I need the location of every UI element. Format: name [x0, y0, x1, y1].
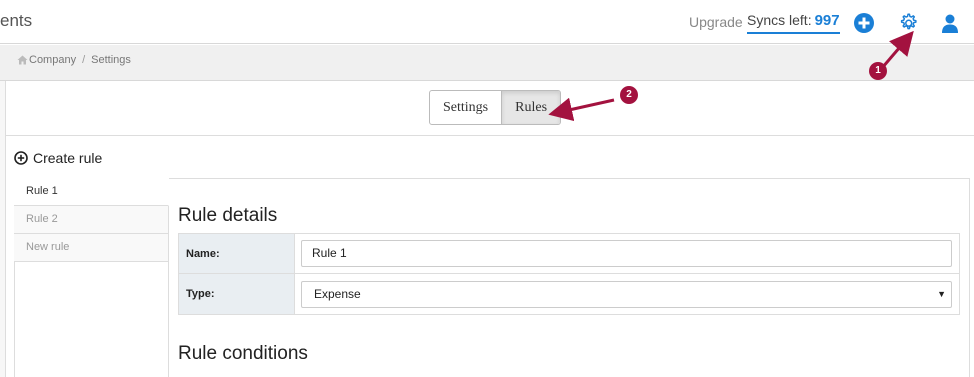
list-item-rule-2[interactable]: Rule 2 — [14, 206, 169, 234]
syncs-indicator[interactable]: Syncs left: 997 — [747, 12, 840, 34]
caret-down-icon: ▼ — [937, 288, 946, 299]
list-item-rule-1[interactable]: Rule 1 — [14, 178, 169, 206]
breadcrumb-separator: / — [82, 54, 86, 66]
breadcrumb-bar: Company / Settings — [0, 45, 974, 81]
rule-details-form: Name: Rule 1 Type: Expense ▼ — [178, 233, 960, 315]
create-rule-button[interactable]: Create rule — [14, 150, 102, 166]
settings-rules-toggle: Settings Rules — [429, 90, 562, 125]
form-row-type: Type: Expense ▼ — [179, 274, 959, 314]
plus-circle-icon[interactable] — [853, 12, 875, 34]
list-item-new-rule[interactable]: New rule — [14, 234, 169, 262]
rule-type-value: Expense — [314, 286, 361, 301]
create-rule-label: Create rule — [33, 150, 103, 166]
rule-details-heading: Rule details — [178, 205, 278, 226]
name-label: Name: — [179, 234, 295, 273]
user-icon[interactable] — [939, 12, 961, 34]
divider — [168, 261, 169, 377]
tab-settings[interactable]: Settings — [430, 91, 501, 124]
rule-name-input[interactable]: Rule 1 — [301, 240, 952, 267]
breadcrumb-settings: Settings — [91, 54, 131, 66]
left-sidebar-edge — [0, 81, 6, 377]
divider — [6, 135, 974, 136]
form-row-name: Name: Rule 1 — [179, 234, 959, 274]
annotation-arrow-2 — [548, 97, 615, 122]
syncs-label: Syncs left: — [747, 12, 812, 28]
upgrade-link[interactable]: Upgrade — [689, 14, 743, 30]
app-title: ents — [0, 11, 33, 30]
rule-type-select[interactable]: Expense ▼ — [301, 280, 952, 308]
syncs-count: 997 — [814, 12, 840, 29]
rule-conditions-heading: Rule conditions — [178, 343, 308, 364]
callout-badge-1: 1 — [869, 62, 887, 80]
top-header: ents Upgrade Syncs left: 997 — [0, 0, 974, 44]
breadcrumb: Company / Settings — [17, 54, 131, 66]
breadcrumb-company[interactable]: Company — [29, 54, 76, 66]
plus-circle-icon — [14, 151, 28, 165]
rule-list: Rule 1 Rule 2 New rule — [14, 178, 169, 262]
gear-icon[interactable] — [897, 12, 919, 34]
callout-badge-2: 2 — [620, 86, 638, 104]
tab-rules[interactable]: Rules — [501, 91, 561, 124]
home-icon — [17, 55, 28, 65]
type-label: Type: — [179, 274, 295, 314]
